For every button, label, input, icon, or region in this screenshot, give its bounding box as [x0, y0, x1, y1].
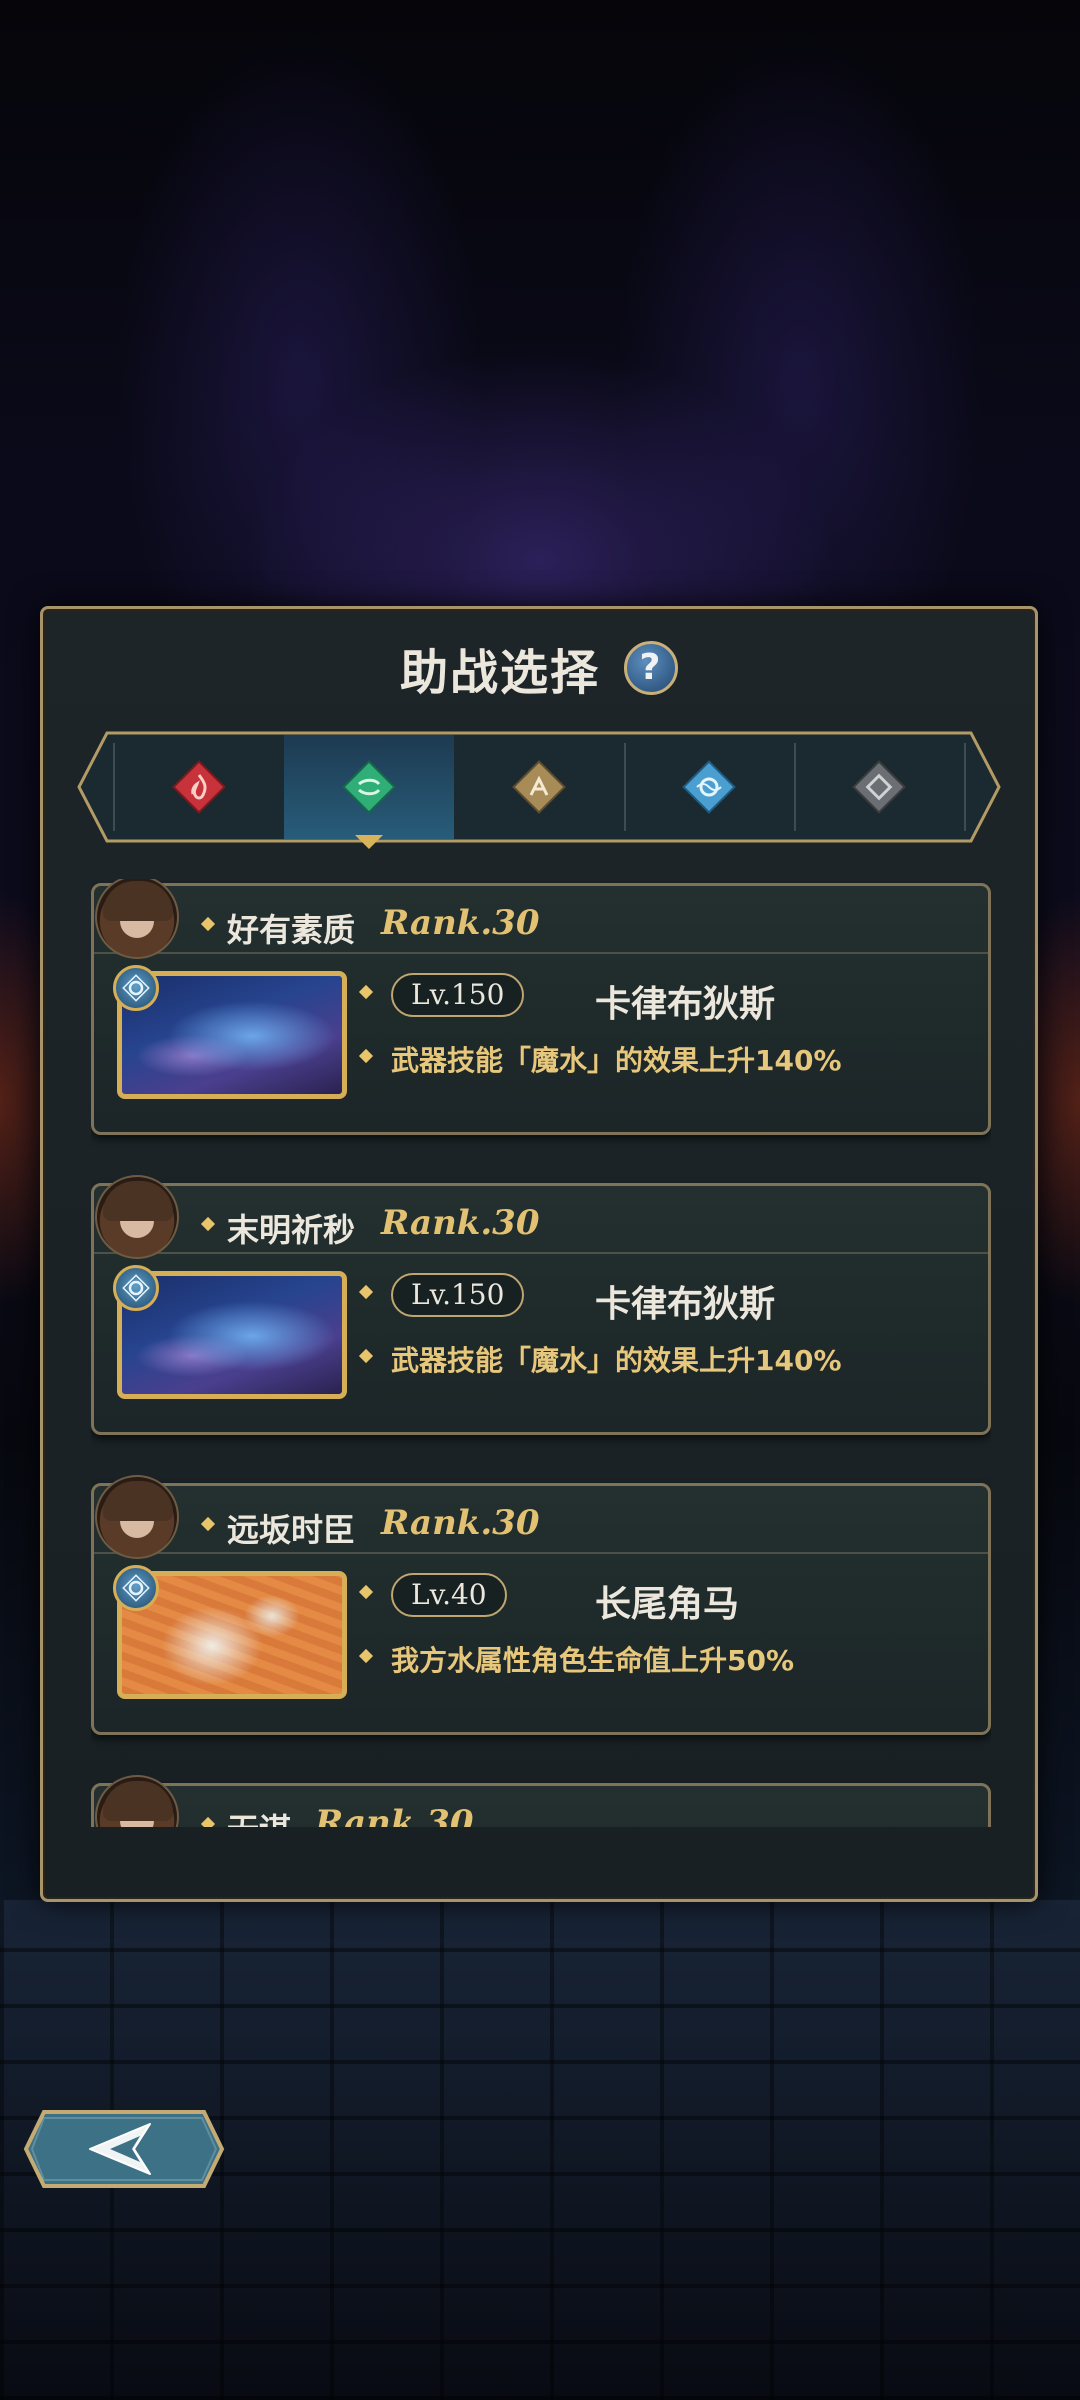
water-element-badge-icon	[113, 1265, 159, 1311]
player-name: 末明祈秒	[227, 1211, 356, 1249]
panel-title: 助战选择	[399, 645, 600, 701]
weapon-name: 卡律布狄斯	[595, 1284, 776, 1325]
weapon-skill: 我方水属性角色生命值上升50%	[391, 1644, 795, 1677]
player-name: 无谋	[227, 1805, 291, 1827]
weapon-skill: 武器技能「魔水」的效果上升140%	[391, 1344, 842, 1377]
water-element-icon	[682, 760, 736, 814]
tab-wind[interactable]	[284, 735, 454, 839]
player-rank: Rank.30	[381, 903, 540, 943]
avatar	[95, 1475, 179, 1559]
water-element-badge-icon	[113, 1565, 159, 1611]
earth-element-icon	[512, 760, 566, 814]
support-card[interactable]: 好有素质 Rank.30 Lv.150 卡律布狄斯 武器技能「魔水」的效果上升1…	[91, 879, 991, 1135]
tab-neutral[interactable]	[794, 735, 964, 839]
card-frame	[91, 1783, 991, 1827]
water-element-badge-icon	[113, 965, 159, 1011]
element-tab-bar	[77, 729, 1001, 849]
avatar	[95, 1175, 179, 1259]
back-button[interactable]	[22, 2106, 226, 2192]
player-rank: Rank.30	[315, 1803, 474, 1827]
weapon-name: 卡律布狄斯	[595, 984, 776, 1025]
player-rank: Rank.30	[381, 1503, 540, 1543]
back-arrow-icon	[23, 2110, 225, 2188]
panel-header: 助战选择?	[43, 633, 1035, 703]
tab-fire[interactable]	[114, 735, 284, 839]
weapon-name: 长尾角马	[595, 1584, 740, 1625]
help-icon[interactable]: ?	[624, 641, 678, 695]
fire-element-icon	[172, 760, 226, 814]
support-select-panel: 助战选择? 好有素质 Rank.30 Lv.150 卡律布狄斯 武器技能「魔水」…	[40, 606, 1038, 1902]
weapon-level: Lv.150	[391, 1273, 525, 1317]
tab-divider	[964, 743, 966, 831]
player-name: 远坂时臣	[227, 1511, 356, 1549]
support-card[interactable]: 远坂时臣 Rank.30 Lv.40 长尾角马 我方水属性角色生命值上升50%	[91, 1475, 991, 1735]
player-name: 好有素质	[227, 911, 356, 949]
neutral-element-icon	[852, 760, 906, 814]
weapon-level: Lv.150	[391, 973, 525, 1017]
weapon-skill: 武器技能「魔水」的效果上升140%	[391, 1044, 842, 1077]
weapon-level: Lv.40	[391, 1573, 507, 1617]
support-list[interactable]: 好有素质 Rank.30 Lv.150 卡律布狄斯 武器技能「魔水」的效果上升1…	[91, 879, 991, 1827]
wind-element-icon	[342, 760, 396, 814]
active-tab-indicator	[355, 835, 383, 849]
avatar	[95, 879, 179, 959]
player-rank: Rank.30	[381, 1203, 540, 1243]
tab-earth[interactable]	[454, 735, 624, 839]
tab-water[interactable]	[624, 735, 794, 839]
support-card[interactable]: 无谋 Rank.30	[91, 1775, 991, 1827]
support-card[interactable]: 末明祈秒 Rank.30 Lv.150 卡律布狄斯 武器技能「魔水」的效果上升1…	[91, 1175, 991, 1435]
